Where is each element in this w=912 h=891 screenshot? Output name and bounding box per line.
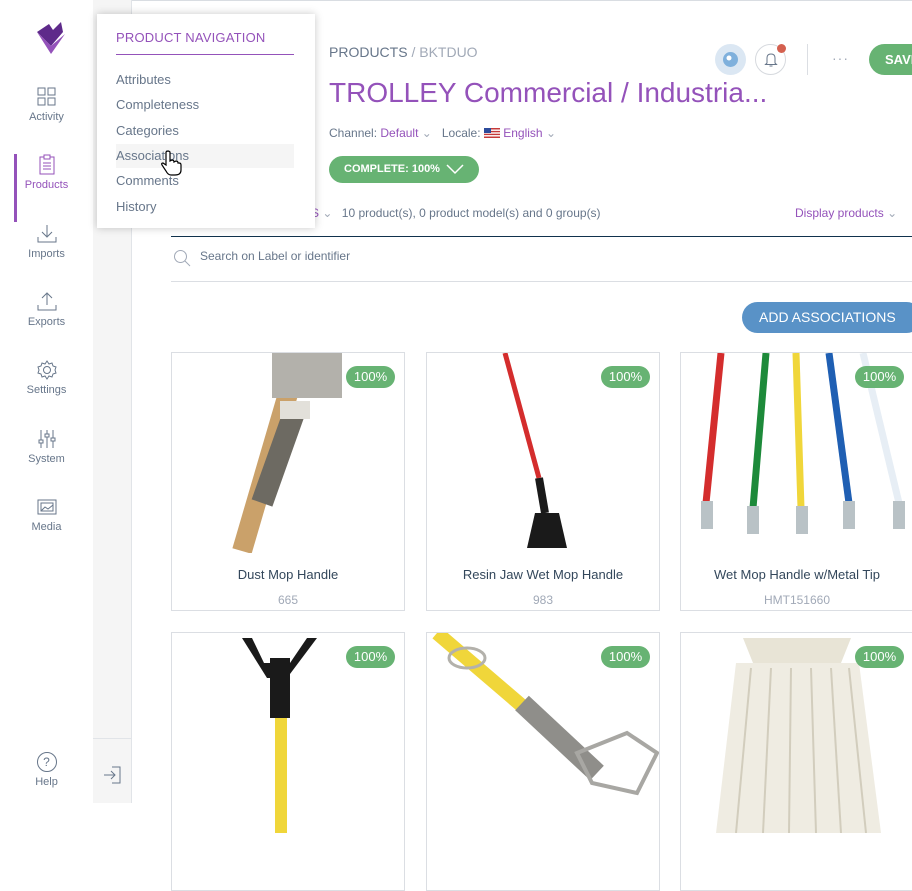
product-card[interactable]: 100% <box>171 632 405 891</box>
header-divider <box>807 44 808 75</box>
products-icon <box>39 154 54 175</box>
product-card[interactable]: 100% <box>680 632 912 891</box>
product-navigation-dropdown: PRODUCT NAVIGATION Attributes Completene… <box>97 14 315 228</box>
main-navigation: Activity Products Imports Exports Settin… <box>0 0 94 803</box>
nav-label: Media <box>31 521 62 533</box>
chevron-down-icon: ⌄ <box>322 206 333 220</box>
association-summary: 10 product(s), 0 product model(s) and 0 … <box>341 206 601 220</box>
nav-item-settings[interactable]: Settings <box>0 359 93 419</box>
search-input[interactable] <box>198 248 702 264</box>
completeness-label: COMPLETE: 100% <box>344 163 440 175</box>
search-icon <box>174 250 191 267</box>
chevron-down-icon: ⌄ <box>545 126 556 140</box>
product-card[interactable]: 100% <box>426 632 660 891</box>
akeneo-logo[interactable] <box>33 20 69 56</box>
completeness-badge: 100% <box>855 646 904 668</box>
product-name: Dust Mop Handle <box>237 567 339 582</box>
chevron-down-icon: ⌄ <box>887 206 898 220</box>
nav-item-imports[interactable]: Imports <box>0 223 93 283</box>
completeness-badge: 100% <box>346 366 395 388</box>
menu-item-categories[interactable]: Categories <box>116 119 294 143</box>
product-identifier: HMT151660 <box>763 593 831 607</box>
menu-item-attributes[interactable]: Attributes <box>116 68 294 92</box>
product-card[interactable]: 100% Resin Jaw Wet Mop Handle 983 <box>426 352 660 611</box>
menu-item-completeness[interactable]: Completeness <box>116 93 294 117</box>
product-name: Wet Mop Handle w/Metal Tip <box>714 567 880 582</box>
avatar[interactable] <box>715 44 746 75</box>
chevron-down-icon <box>446 164 464 175</box>
notifications-button[interactable] <box>755 44 786 75</box>
collapse-panel-button[interactable] <box>93 738 131 804</box>
nav-item-system[interactable]: System <box>0 428 93 488</box>
product-card[interactable]: 100% Dust Mop Handle 665 <box>171 352 405 611</box>
locale-selector[interactable]: English <box>503 126 542 140</box>
product-identifier: 983 <box>532 593 554 607</box>
channel-label: Channel: <box>329 126 378 140</box>
notification-dot <box>777 44 786 53</box>
chevron-down-icon: ⌄ <box>421 126 432 140</box>
completeness-badge: 100% <box>601 646 650 668</box>
page-title: TROLLEY Commercial / Industria... <box>329 77 768 108</box>
nav-label: Settings <box>26 384 67 396</box>
toolbar-divider <box>171 236 912 237</box>
nav-label: System <box>28 453 65 465</box>
dropdown-title: PRODUCT NAVIGATION <box>116 30 266 45</box>
exports-icon <box>37 292 56 311</box>
imports-icon <box>37 225 56 243</box>
help-label: Help <box>35 776 58 788</box>
menu-item-comments[interactable]: Comments <box>116 169 294 193</box>
collapse-icon <box>104 766 121 784</box>
completeness-badge: 100% <box>346 646 395 668</box>
association-toolbar: S ⌄ 10 product(s), 0 product model(s) an… <box>311 206 601 220</box>
bell-icon <box>764 53 778 67</box>
completeness-dropdown[interactable]: COMPLETE: 100% <box>329 156 479 183</box>
nav-label: Imports <box>28 248 65 260</box>
nav-item-exports[interactable]: Exports <box>0 291 93 351</box>
product-identifier: 665 <box>277 593 299 607</box>
nav-item-products[interactable]: Products <box>0 154 93 222</box>
nav-item-media[interactable]: Media <box>0 496 93 556</box>
search-bar <box>171 244 912 282</box>
display-products-selector[interactable]: Display products ⌄ <box>795 206 897 220</box>
nav-label: Products <box>24 179 69 191</box>
breadcrumb-products[interactable]: PRODUCTS <box>329 44 408 60</box>
nav-item-activity[interactable]: Activity <box>0 86 93 146</box>
breadcrumb: PRODUCTS / BKTDUO <box>329 44 478 60</box>
channel-locale-bar: Channel: Default ⌄ Locale: English ⌄ <box>329 126 556 140</box>
help-icon: ? <box>36 752 57 772</box>
menu-item-history[interactable]: History <box>116 195 294 219</box>
user-avatar-icon <box>723 52 738 67</box>
add-associations-button[interactable]: ADD ASSOCIATIONS <box>742 302 912 333</box>
us-flag-icon <box>483 128 500 138</box>
settings-icon <box>36 360 57 380</box>
system-icon <box>38 430 55 448</box>
media-icon <box>37 499 56 515</box>
breadcrumb-family[interactable]: BKTDUO <box>419 44 477 60</box>
activity-icon <box>37 87 55 106</box>
product-card[interactable]: 100% Wet Mop Handle w/Metal Tip HMT15166… <box>680 352 912 611</box>
dropdown-title-underline <box>116 54 294 55</box>
completeness-badge: 100% <box>855 366 904 388</box>
channel-selector[interactable]: Default <box>380 126 418 140</box>
save-button[interactable]: SAVE <box>869 44 912 75</box>
completeness-badge: 100% <box>601 366 650 388</box>
menu-item-associations[interactable]: Associations <box>116 144 294 168</box>
nav-label: Exports <box>27 316 66 328</box>
product-name: Resin Jaw Wet Mop Handle <box>462 567 624 582</box>
display-products-label: Display products <box>795 206 884 220</box>
locale-label: Locale: <box>441 126 481 140</box>
nav-label: Activity <box>29 111 64 123</box>
breadcrumb-separator: / <box>407 44 420 60</box>
hand-cursor-icon <box>161 150 182 176</box>
help-button[interactable]: ? Help <box>0 752 93 788</box>
more-options-button[interactable]: ··· <box>832 50 849 66</box>
